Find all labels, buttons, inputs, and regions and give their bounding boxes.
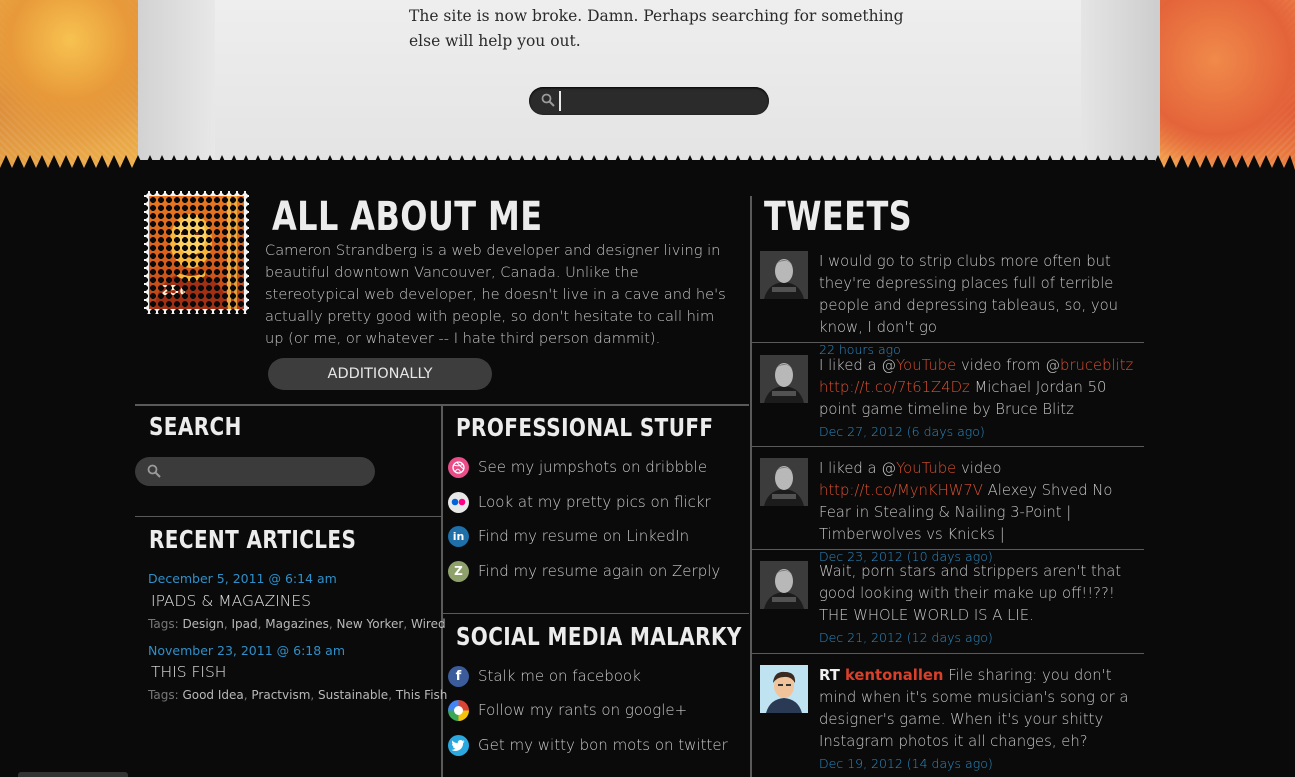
linkedin-link[interactable]: in Find my resume on LinkedIn: [448, 524, 689, 548]
tweet-text: I would go to strip clubs more often but…: [819, 251, 1145, 360]
social-heading: SOCIAL MEDIA MALARKY: [456, 622, 742, 651]
article-tags: Tags: Good Idea, Practvism, Sustainable,…: [148, 688, 448, 702]
decorative-wall-left: [0, 0, 140, 170]
tweet-divider: [752, 653, 1144, 654]
tweet-text: Wait, porn stars and strippers aren't th…: [819, 561, 1145, 648]
divider-tweets: [750, 196, 752, 777]
tag-link[interactable]: Wired: [411, 617, 446, 631]
paper-torn-edge: [0, 155, 1295, 170]
profile-stamp-photo: 25¢: [144, 191, 249, 314]
not-found-banner: The site is now broke. Damn. Perhaps sea…: [0, 0, 1295, 170]
tweet-avatar[interactable]: [760, 665, 808, 713]
tweet-timestamp[interactable]: Dec 27, 2012 (6 days ago): [819, 422, 1145, 442]
article-date: November 23, 2011 @ 6:18 am: [148, 643, 345, 658]
zerply-link[interactable]: Z Find my resume again on Zerply: [448, 559, 720, 583]
tag-link[interactable]: Good Idea: [182, 688, 243, 702]
tweet-text: I liked a @YouTube video http://t.co/Myn…: [819, 458, 1145, 567]
tweet-avatar[interactable]: [760, 561, 808, 609]
twitter-link[interactable]: Get my witty bon mots on twitter: [448, 733, 728, 757]
search-icon: [147, 464, 161, 478]
divider-column: [441, 404, 443, 777]
tweet-text: RT kentonallen File sharing: you don't m…: [819, 665, 1145, 774]
tweet-link[interactable]: YouTube: [896, 460, 956, 477]
tag-link[interactable]: Sustainable: [318, 688, 388, 702]
tweet-timestamp[interactable]: Dec 21, 2012 (12 days ago): [819, 628, 1145, 648]
tweet-avatar[interactable]: [760, 458, 808, 506]
stamp-price: 25¢: [161, 284, 189, 299]
facebook-link[interactable]: f Stalk me on facebook: [448, 664, 641, 688]
top-search-box[interactable]: [529, 87, 769, 115]
search-heading: SEARCH: [149, 412, 242, 441]
dribbble-link[interactable]: See my jumpshots on dribbble: [448, 455, 707, 479]
tweet-link[interactable]: bruceblitz: [1060, 357, 1133, 374]
tag-link[interactable]: Ipad: [232, 617, 258, 631]
not-found-message: The site is now broke. Damn. Perhaps sea…: [409, 7, 904, 50]
top-search-input[interactable]: [559, 91, 759, 111]
decorative-wall-right: [1155, 0, 1295, 170]
corner-shadow: [18, 772, 128, 777]
tweet-avatar[interactable]: [760, 251, 808, 299]
dribbble-icon: [448, 456, 469, 478]
tweet-text: I liked a @YouTube video from @bruceblit…: [819, 355, 1145, 442]
search-icon: [541, 93, 555, 107]
tweet-divider: [752, 549, 1144, 550]
about-bio: Cameron Strandberg is a web developer an…: [265, 242, 726, 347]
sidebar-search-box[interactable]: [135, 457, 375, 486]
tweet-avatar[interactable]: [760, 355, 808, 403]
tweet-user-link[interactable]: kentonallen: [845, 667, 944, 684]
zerply-icon: Z: [448, 560, 469, 582]
tweet-timestamp[interactable]: Dec 19, 2012 (14 days ago): [819, 754, 1145, 774]
google-plus-icon: [448, 699, 469, 721]
retweet-label: RT: [819, 667, 845, 684]
divider-search-bottom: [135, 516, 441, 517]
about-heading: ALL ABOUT ME: [272, 194, 543, 240]
tag-link[interactable]: Practvism: [251, 688, 310, 702]
twitter-icon: [448, 734, 469, 756]
flickr-link[interactable]: Look at my pretty pics on flickr: [448, 490, 711, 514]
tweet-link[interactable]: http://t.co/MynKHW7V: [819, 482, 983, 499]
tweets-heading: TWEETS: [764, 194, 913, 240]
flickr-icon: [448, 491, 469, 513]
tweet-link[interactable]: http://t.co/7t61Z4Dz: [819, 379, 970, 396]
recent-articles-heading: RECENT ARTICLES: [149, 525, 357, 554]
article-title[interactable]: IPADS & MAGAZINES: [151, 592, 311, 610]
tag-link[interactable]: Magazines: [265, 617, 329, 631]
tweet-divider: [752, 446, 1144, 447]
article-date: December 5, 2011 @ 6:14 am: [148, 571, 337, 586]
sidebar-search-input[interactable]: [165, 461, 365, 482]
google-plus-link[interactable]: Follow my rants on google+: [448, 698, 687, 722]
linkedin-icon: in: [448, 525, 469, 547]
tweet-divider: [752, 342, 1144, 343]
article-tags: Tags: Design, Ipad, Magazines, New Yorke…: [148, 617, 446, 631]
tag-link[interactable]: New Yorker: [337, 617, 404, 631]
facebook-icon: f: [448, 665, 469, 687]
divider-professional-bottom: [443, 613, 749, 614]
tag-link[interactable]: This Fish: [396, 688, 448, 702]
additionally-button[interactable]: ADDITIONALLY: [268, 358, 492, 390]
tweet-link[interactable]: YouTube: [896, 357, 956, 374]
article-title[interactable]: THIS FISH: [151, 663, 226, 681]
tag-link[interactable]: Design: [182, 617, 223, 631]
professional-heading: PROFESSIONAL STUFF: [456, 413, 714, 442]
